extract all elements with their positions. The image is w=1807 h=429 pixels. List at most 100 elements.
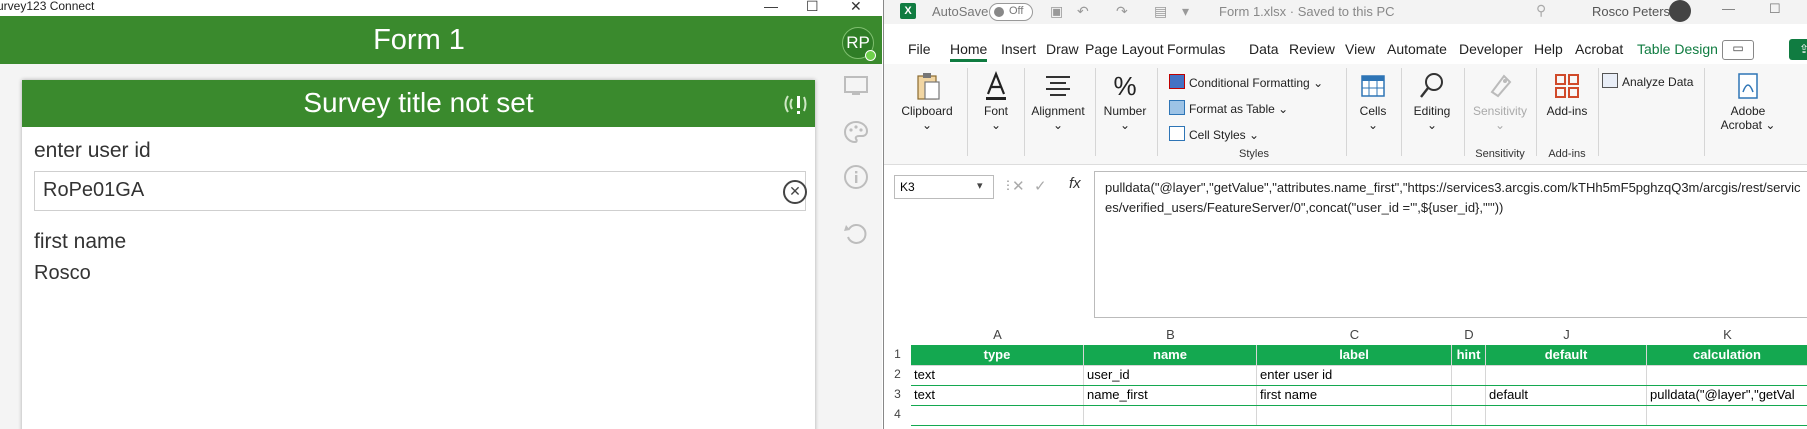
table-cell[interactable]: [1647, 405, 1807, 425]
user-id-input[interactable]: RoPe01GA ✕: [34, 171, 807, 211]
alignment-icon: [1046, 76, 1070, 96]
user-name[interactable]: Rosco Peters: [1592, 4, 1670, 19]
formula-bar[interactable]: pulldata("@layer","getValue","attributes…: [1094, 171, 1807, 318]
cancel-icon[interactable]: ✕: [1012, 177, 1025, 195]
share-button[interactable]: ⇪: [1789, 39, 1807, 60]
table-cell[interactable]: [1647, 365, 1807, 385]
table-cell[interactable]: [911, 405, 1084, 425]
row-header[interactable]: 4: [884, 407, 911, 421]
tab-page-layout[interactable]: Page Layout: [1085, 41, 1164, 57]
table-header-cell[interactable]: label: [1257, 345, 1452, 365]
analyze-data-button[interactable]: Analyze Data: [1602, 73, 1693, 89]
maximize-icon[interactable]: ☐: [1769, 1, 1781, 17]
table-cell[interactable]: [1452, 385, 1486, 405]
column-header-k[interactable]: K: [1647, 327, 1807, 345]
table-cell[interactable]: [1257, 405, 1452, 425]
font-button[interactable]: Font ⌄: [972, 70, 1020, 132]
comments-button[interactable]: ▭: [1722, 40, 1754, 60]
font-icon: [986, 71, 1006, 100]
editing-button[interactable]: Editing ⌄: [1404, 70, 1460, 132]
column-header-b[interactable]: B: [1084, 327, 1258, 345]
name-box[interactable]: K3 ▾: [894, 175, 994, 199]
table-cell[interactable]: enter user id: [1257, 365, 1452, 385]
column-header-j[interactable]: J: [1486, 327, 1648, 345]
table-header-cell[interactable]: hint: [1452, 345, 1486, 365]
tab-help[interactable]: Help: [1534, 41, 1563, 57]
cells-button[interactable]: Cells ⌄: [1350, 70, 1396, 132]
tab-data[interactable]: Data: [1249, 41, 1279, 57]
name-box-value[interactable]: K3: [900, 180, 915, 194]
sensitivity-button[interactable]: Sensitivity ⌄: [1468, 70, 1532, 132]
tab-insert[interactable]: Insert: [1001, 41, 1036, 57]
table-cell[interactable]: name_first: [1084, 385, 1257, 405]
info-icon[interactable]: [842, 163, 870, 191]
tab-developer[interactable]: Developer: [1459, 41, 1523, 57]
table-cell-selected[interactable]: pulldata("@layer","getVal: [1647, 385, 1807, 405]
table-cell[interactable]: default: [1486, 385, 1647, 405]
table-cell[interactable]: [1084, 405, 1257, 425]
column-header-d[interactable]: D: [1452, 327, 1487, 345]
save-icon[interactable]: ▣: [1050, 3, 1063, 20]
clear-input-icon[interactable]: ✕: [783, 180, 807, 204]
table-cell[interactable]: [1452, 405, 1486, 425]
table-header-cell[interactable]: type: [911, 345, 1084, 365]
broadcast-warning-icon[interactable]: [780, 90, 808, 118]
format-as-table-button[interactable]: Format as Table ⌄: [1169, 100, 1288, 116]
row-header[interactable]: 1: [884, 347, 911, 361]
clipboard-button[interactable]: Clipboard ⌄: [896, 70, 958, 132]
insert-function-icon[interactable]: fx: [1069, 175, 1081, 192]
chevron-down-icon[interactable]: ▾: [977, 179, 983, 192]
tab-review[interactable]: Review: [1289, 41, 1335, 57]
add-ins-button[interactable]: Add-ins: [1539, 70, 1595, 118]
chevron-down-icon: ⌄: [921, 118, 933, 132]
formula-text[interactable]: pulldata("@layer","getValue","attributes…: [1105, 178, 1805, 218]
cell-styles-button[interactable]: Cell Styles ⌄: [1169, 126, 1259, 142]
tab-automate[interactable]: Automate: [1387, 41, 1447, 57]
column-header-a[interactable]: A: [911, 327, 1085, 345]
column-header-c[interactable]: C: [1257, 327, 1453, 345]
tab-draw[interactable]: Draw: [1046, 41, 1079, 57]
close-icon[interactable]: ✕: [850, 0, 862, 15]
document-title[interactable]: Form 1.xlsx · Saved to this PC: [1219, 4, 1395, 19]
table-cell[interactable]: user_id: [1084, 365, 1257, 385]
table-cell[interactable]: first name: [1257, 385, 1452, 405]
chevron-down-icon[interactable]: ▾: [1182, 3, 1189, 20]
undo-icon[interactable]: ↶: [1077, 3, 1089, 20]
table-cell[interactable]: text: [911, 365, 1084, 385]
table-cell[interactable]: [1486, 365, 1647, 385]
check-icon[interactable]: ✓: [1034, 177, 1047, 195]
row-header[interactable]: 2: [884, 367, 911, 381]
table-header-cell[interactable]: calculation: [1647, 345, 1807, 365]
table-cell[interactable]: [1452, 365, 1486, 385]
quick-access-customize-icon[interactable]: ▤: [1154, 3, 1167, 20]
row-header[interactable]: 3: [884, 387, 911, 401]
undo-icon[interactable]: [842, 220, 870, 248]
tab-table-design[interactable]: Table Design: [1637, 41, 1718, 57]
table-header-cell[interactable]: name: [1084, 345, 1257, 365]
monitor-icon[interactable]: [842, 72, 870, 100]
minimize-icon[interactable]: —: [1722, 1, 1735, 16]
maximize-icon[interactable]: ☐: [806, 0, 819, 15]
tab-formulas[interactable]: Formulas: [1167, 41, 1225, 57]
number-button[interactable]: % Number ⌄: [1098, 70, 1152, 132]
autosave-toggle[interactable]: Off: [989, 3, 1033, 21]
palette-icon[interactable]: [842, 118, 870, 146]
conditional-formatting-button[interactable]: Conditional Formatting ⌄: [1169, 74, 1323, 90]
search-icon[interactable]: ⚲: [1536, 2, 1546, 19]
tab-view[interactable]: View: [1345, 41, 1375, 57]
spreadsheet-grid[interactable]: A B C D J K 1 2 3 4 type name label hint…: [884, 327, 1807, 429]
online-status-dot: [865, 50, 876, 61]
minimize-icon[interactable]: —: [764, 0, 778, 14]
tab-file[interactable]: File: [908, 41, 931, 57]
tab-home[interactable]: Home: [950, 41, 988, 62]
table-cell[interactable]: [1486, 405, 1647, 425]
table-cell[interactable]: text: [911, 385, 1084, 405]
table-header-cell[interactable]: default: [1486, 345, 1647, 365]
alignment-button[interactable]: Alignment ⌄: [1027, 70, 1089, 132]
tab-acrobat[interactable]: Acrobat: [1575, 41, 1623, 57]
redo-icon[interactable]: ↷: [1116, 3, 1128, 20]
chevron-down-icon: ⌄: [1249, 128, 1260, 142]
avatar[interactable]: [1669, 0, 1691, 22]
user-id-value[interactable]: RoPe01GA: [43, 179, 144, 202]
adobe-acrobat-button[interactable]: Adobe Acrobat ⌄: [1706, 70, 1790, 132]
